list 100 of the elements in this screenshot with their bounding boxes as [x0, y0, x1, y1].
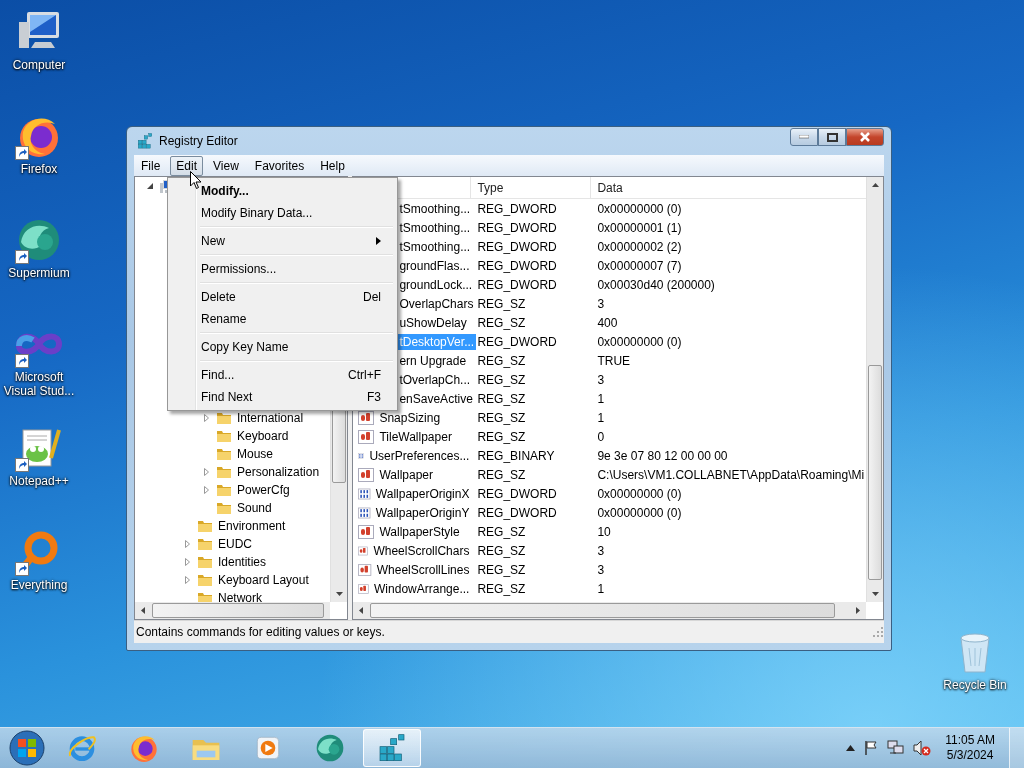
table-cell-text: REG_SZ: [476, 391, 527, 406]
tree-item[interactable]: EUDC: [216, 537, 254, 551]
taskbar-app[interactable]: [363, 729, 421, 767]
table-cell-text: REG_SZ: [476, 562, 527, 577]
value-name[interactable]: groundFlas...: [397, 257, 472, 274]
scroll-left-arrow-icon[interactable]: [141, 607, 145, 614]
value-name[interactable]: uShowDelay: [397, 314, 469, 331]
folder-icon: [216, 483, 232, 497]
table-cell-text: 0x00000007 (7): [596, 258, 683, 273]
desktop-shortcut[interactable]: Everything: [0, 528, 78, 614]
value-name[interactable]: OverlapChars: [397, 295, 476, 312]
tree-item[interactable]: International: [235, 411, 306, 425]
vertical-scrollbar[interactable]: [866, 177, 883, 602]
menu-item[interactable]: Delete Del: [170, 286, 395, 308]
menu-bar-item[interactable]: Edit: [170, 155, 204, 176]
menu-bar-item[interactable]: View: [207, 155, 245, 176]
expand-arrow-icon[interactable]: [204, 486, 209, 494]
value-name[interactable]: WheelScrollLines: [374, 561, 472, 578]
value-name[interactable]: WallpaperStyle: [377, 523, 462, 540]
table-cell-text: 0x00000000 (0): [596, 505, 683, 520]
expanded-arrow-icon[interactable]: [147, 183, 153, 189]
scroll-up-arrow-icon[interactable]: [871, 183, 879, 187]
desktop-shortcut[interactable]: Firefox: [0, 112, 78, 198]
value-name[interactable]: tSmoothing...: [397, 200, 473, 217]
value-name[interactable]: WallpaperOriginY: [373, 504, 472, 521]
scroll-thumb[interactable]: [868, 365, 882, 580]
string-value-icon: [358, 562, 372, 577]
value-name[interactable]: UserPreferences...: [367, 447, 472, 464]
expand-arrow-icon[interactable]: [204, 468, 209, 476]
value-name[interactable]: Wallpaper: [377, 466, 435, 483]
clock[interactable]: 11:05 AM 5/3/2024: [939, 733, 1001, 763]
minimize-button[interactable]: [790, 128, 818, 146]
menu-item[interactable]: New: [170, 230, 395, 252]
desktop-icon-label: Firefox: [19, 162, 59, 176]
menu-item[interactable]: Modify...: [170, 180, 395, 202]
tree-item[interactable]: Keyboard: [235, 429, 291, 443]
menu-item[interactable]: Find Next F3: [170, 386, 395, 408]
value-name[interactable]: tSmoothing...: [397, 238, 473, 255]
menu-item[interactable]: Modify Binary Data...: [170, 202, 395, 224]
maximize-button[interactable]: [818, 128, 846, 146]
tree-item[interactable]: Mouse: [235, 447, 276, 461]
folder-icon: [197, 519, 213, 533]
menu-item[interactable]: Permissions...: [170, 258, 395, 280]
tree-item[interactable]: Identities: [216, 555, 269, 569]
value-name[interactable]: WindowArrange...: [372, 580, 472, 597]
value-name[interactable]: tOverlapCh...: [397, 371, 473, 388]
table-cell-text: REG_SZ: [476, 467, 527, 482]
value-name[interactable]: tSmoothing...: [397, 219, 473, 236]
tree-item[interactable]: Network: [216, 591, 264, 602]
value-name[interactable]: enSaveActive: [397, 390, 475, 407]
table-cell-text: REG_DWORD: [476, 201, 558, 216]
close-button[interactable]: [846, 128, 884, 146]
table-cell-text: REG_DWORD: [476, 334, 558, 349]
desktop-shortcut[interactable]: Supermium: [0, 216, 78, 302]
desktop-shortcut[interactable]: Computer: [0, 8, 78, 94]
flag-icon[interactable]: [863, 740, 880, 756]
scroll-right-arrow-icon[interactable]: [856, 607, 860, 614]
column-header[interactable]: Type: [471, 177, 592, 198]
value-name[interactable]: WallpaperOriginX: [373, 485, 472, 502]
expand-arrow-icon[interactable]: [204, 414, 209, 422]
table-cell-text: REG_SZ: [476, 429, 527, 444]
speaker-muted-icon[interactable]: [913, 740, 932, 756]
menu-item[interactable]: Find... Ctrl+F: [170, 364, 395, 386]
value-name[interactable]: groundLock...: [397, 276, 475, 293]
horizontal-scrollbar[interactable]: [353, 602, 866, 619]
scroll-thumb[interactable]: [152, 603, 324, 618]
table-cell-text: REG_SZ: [476, 315, 527, 330]
horizontal-scrollbar[interactable]: [135, 602, 331, 619]
menu-item[interactable]: Rename: [170, 308, 395, 330]
folder-icon: [216, 429, 232, 443]
network-icon[interactable]: [887, 740, 906, 756]
tree-item[interactable]: PowerCfg: [235, 483, 292, 497]
start-button[interactable]: [7, 730, 47, 766]
scroll-down-arrow-icon[interactable]: [335, 592, 343, 596]
show-hidden-icons-icon[interactable]: [846, 745, 856, 751]
menu-bar-item[interactable]: File: [135, 155, 167, 176]
scroll-left-arrow-icon[interactable]: [359, 607, 364, 614]
expand-arrow-icon[interactable]: [185, 540, 190, 548]
desktop-shortcut[interactable]: Microsoft Visual Stud...: [0, 320, 78, 406]
expand-arrow-icon[interactable]: [185, 558, 190, 566]
value-name[interactable]: WheelScrollChars: [371, 542, 472, 559]
resize-grip-icon[interactable]: [872, 626, 884, 638]
string-value-icon: [358, 467, 375, 482]
table-cell-text: REG_DWORD: [476, 258, 558, 273]
tree-item[interactable]: Environment: [216, 519, 288, 533]
value-name[interactable]: TileWallpaper: [377, 428, 454, 445]
tree-item[interactable]: Personalization: [235, 465, 322, 479]
tree-item[interactable]: Keyboard Layout: [216, 573, 311, 587]
value-name[interactable]: ern Upgrade: [397, 352, 469, 369]
scroll-thumb[interactable]: [370, 603, 836, 618]
tree-item[interactable]: Sound: [235, 501, 274, 515]
value-name[interactable]: SnapSizing: [377, 409, 443, 426]
menu-item[interactable]: Copy Key Name: [170, 336, 395, 358]
show-desktop-button[interactable]: [1009, 728, 1024, 768]
menu-bar-item[interactable]: Help: [314, 155, 351, 176]
menu-bar-item[interactable]: Favorites: [248, 155, 311, 176]
expand-arrow-icon[interactable]: [185, 576, 190, 584]
desktop-shortcut[interactable]: Notepad++: [0, 424, 78, 510]
scroll-down-arrow-icon[interactable]: [871, 592, 879, 596]
table-cell-text: REG_DWORD: [476, 486, 558, 501]
